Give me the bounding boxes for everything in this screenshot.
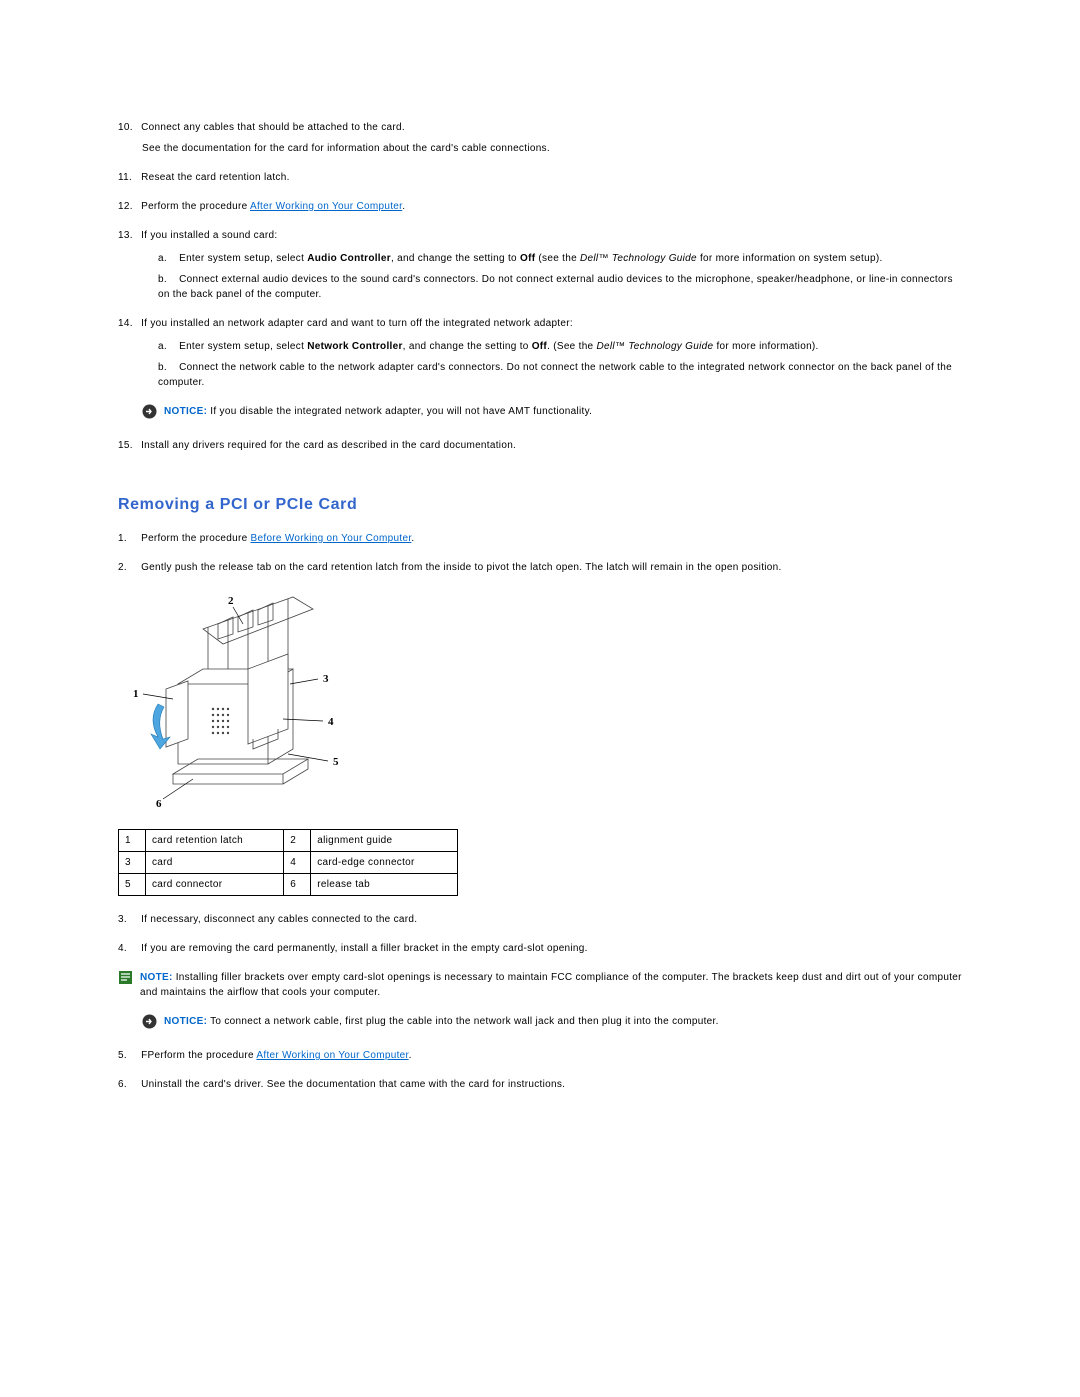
notice-icon	[142, 404, 158, 424]
step-number: 13.	[118, 228, 138, 243]
step-text: If you are removing the card permanently…	[141, 943, 588, 954]
step-5: 5. FPerform the procedure After Working …	[118, 1048, 962, 1063]
step-text: Connect any cables that should be attach…	[141, 122, 405, 133]
table-row: 3 card 4 card-edge connector	[119, 852, 458, 874]
step-number: 6.	[118, 1077, 138, 1092]
callout-5: 5	[333, 756, 339, 768]
table-row: 5 card connector 6 release tab	[119, 874, 458, 896]
step-3: 3. If necessary, disconnect any cables c…	[118, 912, 962, 927]
notice-text: NOTICE: If you disable the integrated ne…	[164, 404, 962, 419]
step-subtext: See the documentation for the card for i…	[142, 141, 962, 156]
step-text-pre: Perform the procedure	[141, 201, 250, 212]
step-15: 15. Install any drivers required for the…	[118, 438, 962, 453]
after-working-link[interactable]: After Working on Your Computer	[250, 201, 402, 212]
note-filler-bracket: NOTE: Installing filler brackets over em…	[118, 970, 962, 1000]
step-number: 14.	[118, 316, 138, 331]
step-number: 3.	[118, 912, 138, 927]
step-11: 11. Reseat the card retention latch.	[118, 170, 962, 185]
step-10: 10. Connect any cables that should be at…	[118, 120, 962, 156]
step-number: 11.	[118, 170, 138, 185]
after-working-link[interactable]: After Working on Your Computer	[256, 1050, 408, 1061]
remove-steps-cont: 3. If necessary, disconnect any cables c…	[118, 912, 962, 1000]
step-number: 15.	[118, 438, 138, 453]
substep-b: b. Connect the network cable to the netw…	[158, 360, 962, 390]
substep-letter: a.	[158, 251, 176, 266]
step-text: Uninstall the card's driver. See the doc…	[141, 1079, 565, 1090]
notice-amt: NOTICE: If you disable the integrated ne…	[142, 404, 962, 424]
table-row: 1 card retention latch 2 alignment guide	[119, 830, 458, 852]
install-steps-final: 15. Install any drivers required for the…	[118, 438, 962, 453]
substep-b: b. Connect external audio devices to the…	[158, 272, 962, 302]
step-13: 13. If you installed a sound card: a. En…	[118, 228, 962, 302]
before-working-link[interactable]: Before Working on Your Computer	[251, 533, 412, 544]
substep-a: a. Enter system setup, select Network Co…	[158, 339, 962, 354]
step-number: 1.	[118, 531, 138, 546]
card-removal-diagram: 1 2 3 4 5 6	[118, 589, 962, 819]
substep-letter: a.	[158, 339, 176, 354]
callout-legend-table: 1 card retention latch 2 alignment guide…	[118, 829, 458, 896]
notice-network-cable: NOTICE: To connect a network cable, firs…	[142, 1014, 962, 1034]
section-heading-removing: Removing a PCI or PCIe Card	[118, 493, 962, 517]
step-14-substeps: a. Enter system setup, select Network Co…	[158, 339, 962, 390]
step-number: 5.	[118, 1048, 138, 1063]
callout-1: 1	[133, 688, 139, 700]
step-text: Gently push the release tab on the card …	[141, 562, 782, 573]
step-2: 2. Gently push the release tab on the ca…	[118, 560, 962, 575]
callout-3: 3	[323, 673, 329, 685]
substep-letter: b.	[158, 360, 176, 375]
step-text: If you installed a sound card:	[141, 230, 277, 241]
callout-6: 6	[156, 798, 162, 810]
step-text: If you installed an network adapter card…	[141, 318, 573, 329]
step-number: 10.	[118, 120, 138, 135]
step-number: 2.	[118, 560, 138, 575]
notice-text: NOTICE: To connect a network cable, firs…	[164, 1014, 962, 1029]
note-text: NOTE: Installing filler brackets over em…	[140, 970, 962, 1000]
remove-steps: 1. Perform the procedure Before Working …	[118, 531, 962, 575]
substep-a: a. Enter system setup, select Audio Cont…	[158, 251, 962, 266]
step-text: If necessary, disconnect any cables conn…	[141, 914, 417, 925]
step-1: 1. Perform the procedure Before Working …	[118, 531, 962, 546]
step-13-substeps: a. Enter system setup, select Audio Cont…	[158, 251, 962, 302]
step-text-post: .	[402, 201, 405, 212]
remove-steps-final: 5. FPerform the procedure After Working …	[118, 1048, 962, 1092]
substep-letter: b.	[158, 272, 176, 287]
note-icon	[118, 970, 134, 990]
install-steps-continued: 10. Connect any cables that should be at…	[118, 120, 962, 390]
step-number: 4.	[118, 941, 138, 956]
callout-2: 2	[228, 595, 234, 607]
step-6: 6. Uninstall the card's driver. See the …	[118, 1077, 962, 1092]
step-4: 4. If you are removing the card permanen…	[118, 941, 962, 1000]
step-text: Install any drivers required for the car…	[141, 440, 516, 451]
notice-icon	[142, 1014, 158, 1034]
step-12: 12. Perform the procedure After Working …	[118, 199, 962, 214]
callout-4: 4	[328, 716, 334, 728]
step-text: Reseat the card retention latch.	[141, 172, 290, 183]
step-14: 14. If you installed an network adapter …	[118, 316, 962, 390]
step-number: 12.	[118, 199, 138, 214]
